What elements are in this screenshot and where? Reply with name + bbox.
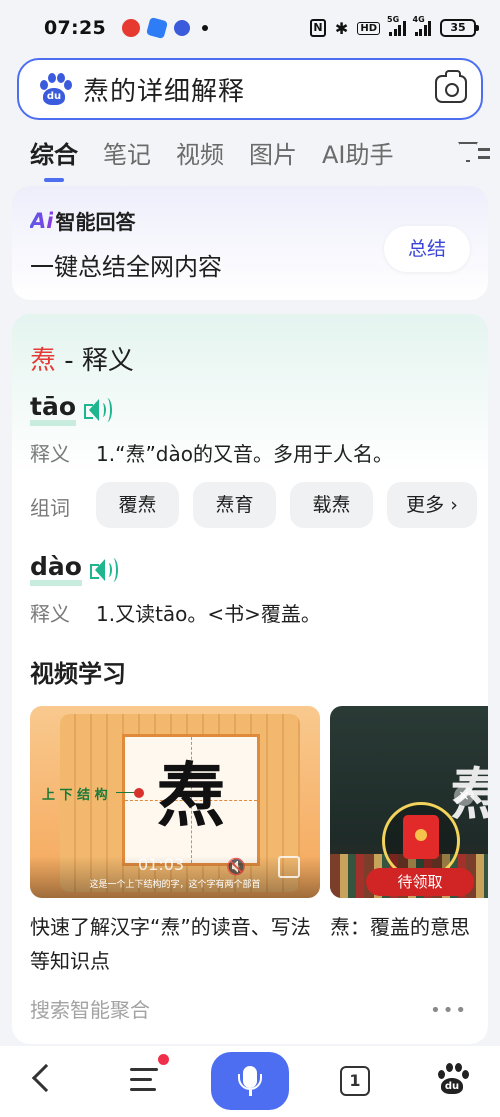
ai-logo-icon: Ai: [30, 208, 54, 233]
ai-answer-card[interactable]: Ai 智能回答 一键总结全网内容 总结: [12, 186, 488, 300]
aggregation-label: 搜索智能聚合: [30, 998, 150, 1022]
nfc-icon: N: [309, 19, 326, 37]
menu-icon[interactable]: [130, 1066, 160, 1092]
red-packet-badge[interactable]: 待领取: [366, 868, 474, 896]
app-icon: [145, 16, 169, 40]
pinyin-text: dào: [30, 554, 82, 586]
tab-videos[interactable]: 视频: [176, 135, 224, 170]
speaker-icon[interactable]: [84, 398, 114, 422]
baidu-home-icon[interactable]: du: [436, 1062, 470, 1096]
pinyin-dao: dào: [30, 554, 120, 586]
tab-images[interactable]: 图片: [249, 135, 297, 170]
voice-search-button[interactable]: [211, 1052, 289, 1110]
system-icons: N ✱ HD 5G 4G 35: [309, 15, 479, 38]
structure-label: 上 下 结 构: [42, 788, 108, 803]
signal-label-2: 4G: [412, 15, 425, 24]
close-icon[interactable]: ×: [454, 786, 474, 806]
meaning-label: 释义: [30, 442, 70, 466]
summarize-button[interactable]: 总结: [384, 226, 470, 272]
pinyin-text: tāo: [30, 394, 76, 426]
more-options-icon[interactable]: •••: [430, 1000, 468, 1021]
tabs-count-button[interactable]: 1: [340, 1066, 370, 1096]
word-chips: 覆焘 焘育 载焘 更多 ›: [96, 482, 477, 528]
fullscreen-icon[interactable]: [278, 856, 300, 878]
video-caption-1[interactable]: 快速了解汉字“焘”的读音、写法等知识点: [30, 910, 320, 978]
video-caption-2[interactable]: 焘：覆盖的意思: [330, 910, 488, 944]
video-card-2[interactable]: 焘 × 待领取: [330, 706, 488, 898]
bottom-nav: 1 du: [0, 1046, 500, 1117]
search-input[interactable]: 焘的详细解释: [83, 71, 245, 108]
ai-answer-label: 智能回答: [55, 210, 136, 234]
word-chip[interactable]: 覆焘: [96, 482, 179, 528]
notification-dot: [158, 1054, 169, 1065]
mute-icon[interactable]: 🔇: [226, 857, 246, 876]
video-subtitle: 这是一个上下结构的字，这个字有两个部首: [89, 880, 261, 890]
bluetooth-icon: ✱: [334, 18, 349, 38]
structure-pointer: [116, 792, 136, 793]
video-section-title: 视频学习: [30, 660, 126, 688]
signal-icon: 5G: [387, 15, 406, 36]
status-time: 07:25: [44, 17, 106, 39]
search-tabs: 综合 笔记 视频 图片 AI助手: [30, 130, 490, 182]
tab-comprehensive[interactable]: 综合: [30, 135, 78, 182]
status-bar: 07:25 N ✱ HD 5G 4G 35: [0, 0, 500, 56]
more-notifications-dot: [201, 25, 208, 31]
speaker-icon[interactable]: [89, 558, 120, 582]
meaning-row-dao: 释义 1.又读tāo。<书>覆盖。: [30, 598, 321, 627]
search-bar[interactable]: du 焘的详细解释: [17, 58, 483, 120]
definition-title: 焘 - 释义: [30, 340, 134, 377]
back-icon[interactable]: [31, 1063, 61, 1093]
words-label: 组词: [30, 496, 70, 520]
baidu-paw-icon: [173, 20, 190, 36]
filter-icon[interactable]: [458, 140, 490, 164]
weibo-icon: [121, 19, 140, 37]
tab-ai-assistant[interactable]: AI助手: [322, 135, 394, 170]
pinyin-tao: tāo: [30, 394, 114, 426]
tab-notes[interactable]: 笔记: [103, 135, 151, 170]
more-words-button[interactable]: 更多 ›: [387, 482, 477, 528]
video-duration: 01:03: [138, 855, 185, 874]
hd-badge: HD: [357, 21, 380, 35]
word-chip[interactable]: 载焘: [290, 482, 373, 528]
meaning-text: 1.又读tāo。<书>覆盖。: [96, 602, 321, 626]
structure-dot: [134, 788, 144, 798]
baidu-logo-icon: du: [37, 72, 72, 106]
meaning-row-tao: 释义 1.“焘”dào的又音。多用于人名。: [30, 438, 393, 467]
meaning-label: 释义: [30, 602, 70, 626]
word-chip[interactable]: 焘育: [193, 482, 276, 528]
definition-char: 焘: [30, 346, 57, 376]
meaning-text: 1.“焘”dào的又音。多用于人名。: [96, 442, 393, 466]
video-card-1[interactable]: 焘 上 下 结 构 01:03 🔇 这是一个上下结构的字，这个字有两个部首: [30, 706, 320, 898]
battery-icon: 35: [440, 19, 479, 37]
definition-card: 焘 - 释义 tāo 释义 1.“焘”dào的又音。多用于人名。 组词 覆焘 焘…: [12, 314, 488, 1044]
definition-title-rest: - 释义: [56, 346, 134, 376]
camera-icon[interactable]: [435, 70, 467, 103]
signal-icon-2: 4G: [413, 15, 431, 36]
signal-label: 5G: [387, 15, 400, 24]
notification-icons: [121, 16, 208, 40]
words-row-label: 组词: [30, 492, 96, 521]
